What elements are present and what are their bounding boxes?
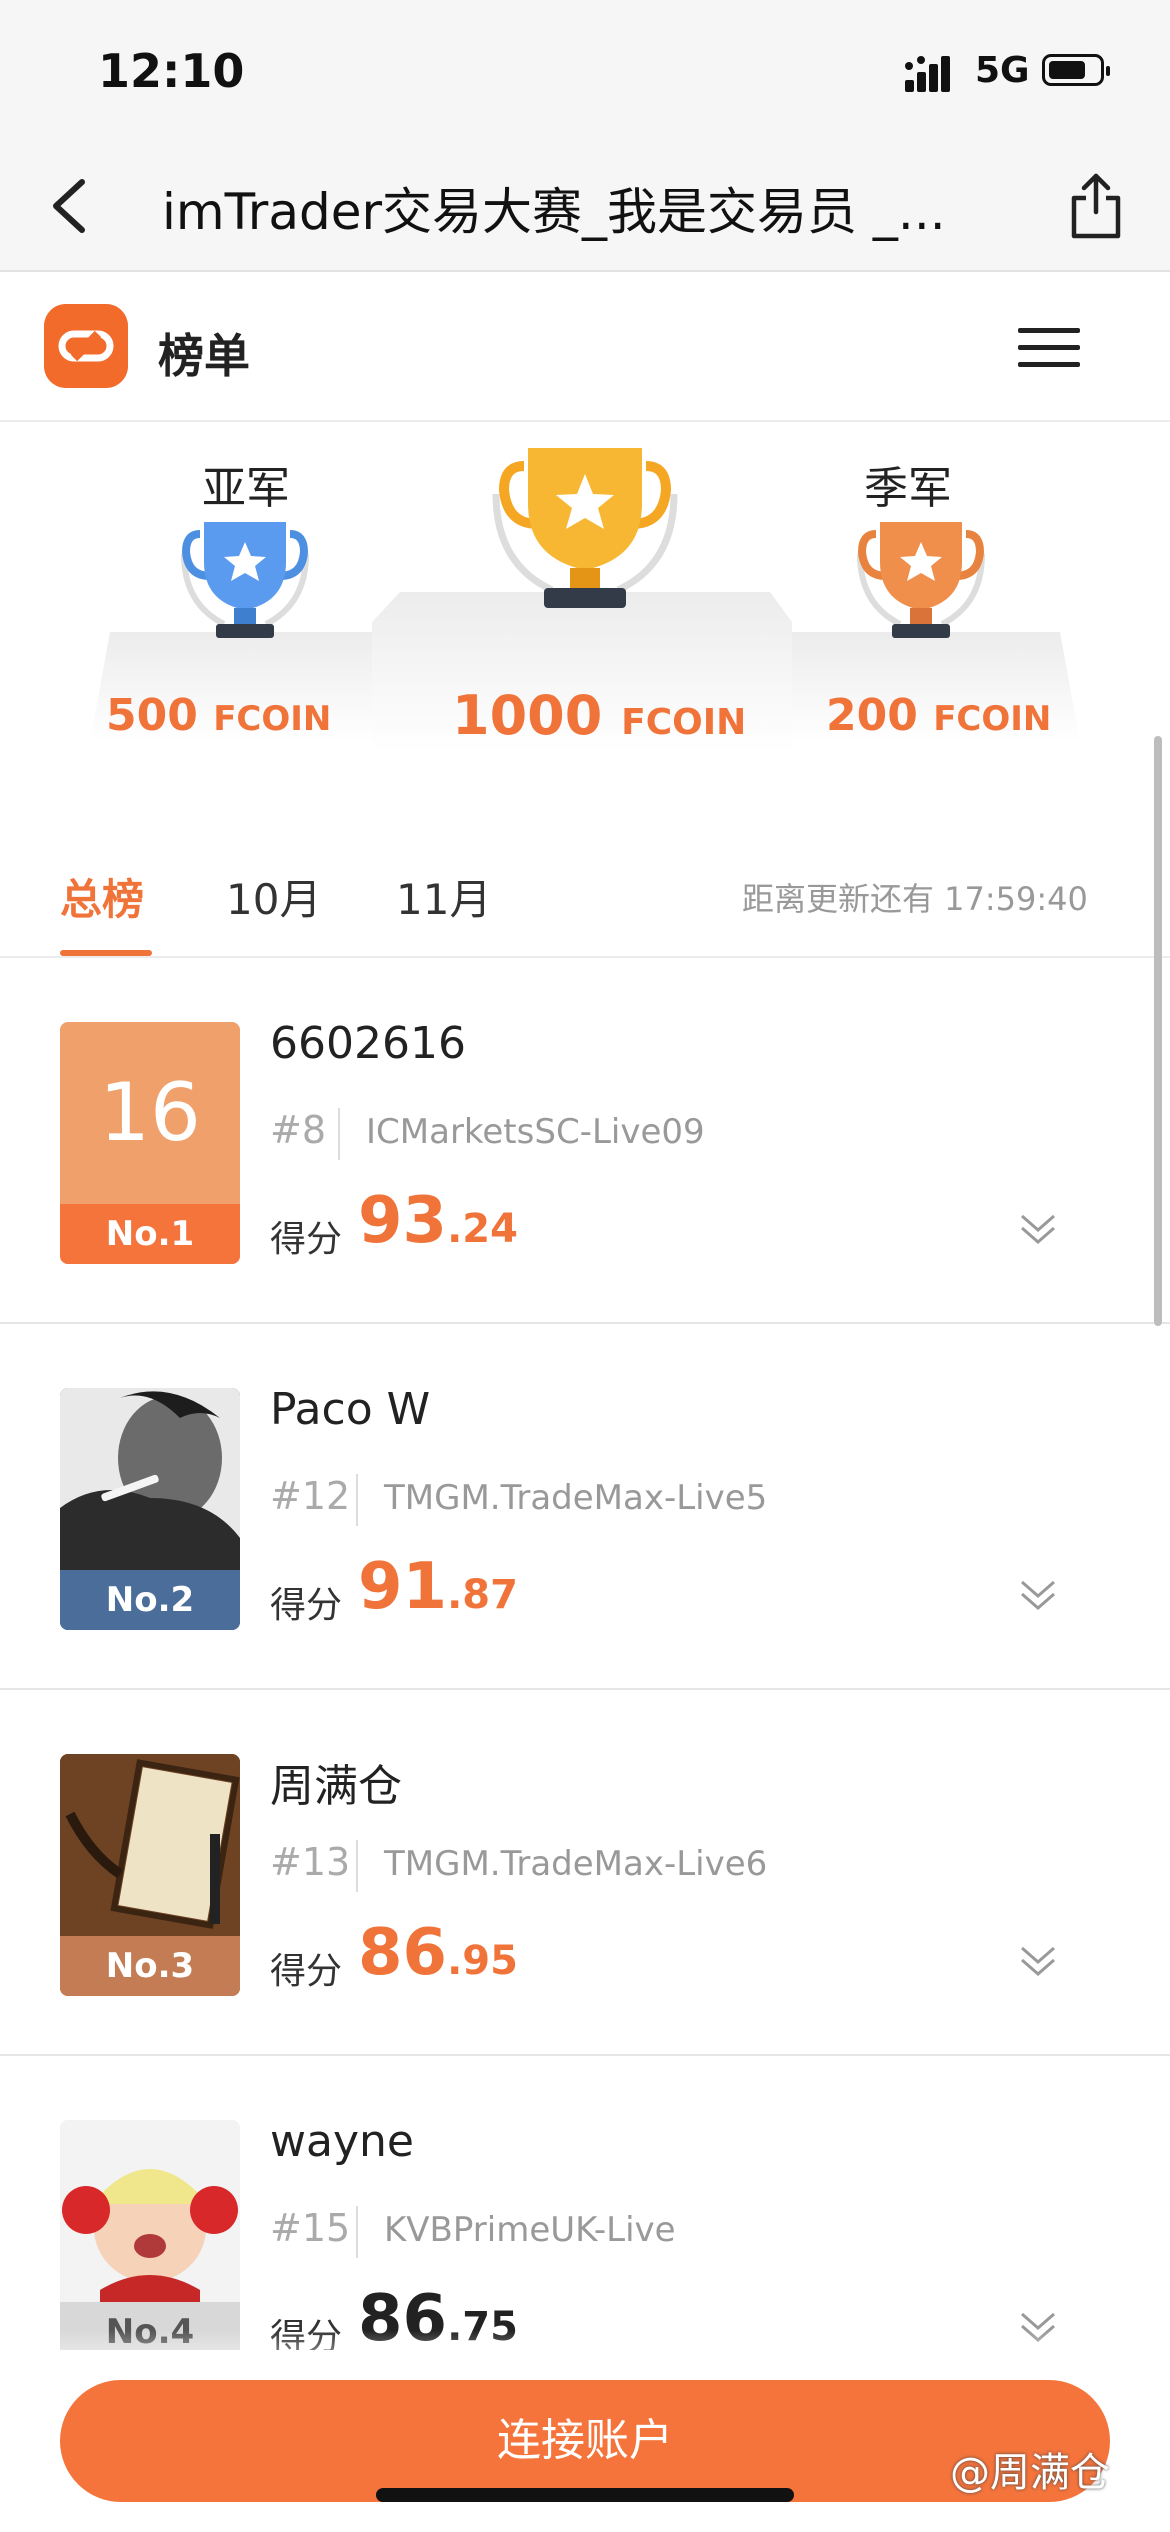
divider xyxy=(356,1840,358,1892)
leaderboard-row[interactable]: 16 No.1 6602616 #8 ICMarketsSC-Live09 得分… xyxy=(0,958,1170,1324)
update-countdown: 距离更新还有 17:59:40 xyxy=(742,880,1088,918)
gold-trophy-icon xyxy=(492,448,678,608)
silver-trophy-icon xyxy=(181,522,309,638)
trader-name: Paco W xyxy=(270,1384,431,1435)
network-type: 5G xyxy=(975,50,1030,91)
avatar-photo xyxy=(60,1388,240,1570)
home-indicator xyxy=(376,2488,794,2502)
avatar-text: 16 xyxy=(99,1066,201,1159)
rank-badge: No.3 xyxy=(60,1936,240,1996)
trader-name: wayne xyxy=(270,2116,414,2167)
trader-rank-tag: #13 xyxy=(270,1840,351,1884)
expand-chevron-icon[interactable] xyxy=(1016,1938,1060,1982)
first-prize: 1000 FCOIN xyxy=(452,684,747,747)
avatar-photo xyxy=(60,1754,240,1936)
watermark: @周满仓 xyxy=(950,2450,1110,2496)
score-value: 93.24 xyxy=(358,1184,518,1258)
avatar-photo xyxy=(60,2120,240,2302)
expand-chevron-icon[interactable] xyxy=(1016,1572,1060,1616)
back-icon[interactable] xyxy=(46,176,94,236)
trader-rank-tag: #12 xyxy=(270,1474,351,1518)
menu-icon[interactable] xyxy=(1018,326,1080,370)
divider xyxy=(356,2206,358,2258)
trader-rank-tag: #15 xyxy=(270,2206,351,2250)
avatar: No.4 xyxy=(60,2120,240,2362)
battery-icon xyxy=(1042,54,1110,86)
avatar: No.2 xyxy=(60,1388,240,1630)
nav-title: imTrader交易大赛_我是交易员 _... xyxy=(162,183,946,241)
second-place-label: 亚军 xyxy=(202,463,290,514)
expand-chevron-icon[interactable] xyxy=(1016,1206,1060,1250)
server-name: ICMarketsSC-Live09 xyxy=(366,1112,705,1152)
tab-overall[interactable]: 总榜 xyxy=(60,866,144,927)
server-name: TMGM.TradeMax-Live6 xyxy=(384,1844,768,1884)
signal-icon xyxy=(905,56,950,92)
third-prize: 200 FCOIN xyxy=(826,690,1052,741)
trader-rank-tag: #8 xyxy=(270,1108,327,1152)
score-label: 得分 xyxy=(270,1585,343,1626)
score-label: 得分 xyxy=(270,1219,343,1260)
divider xyxy=(338,1108,340,1160)
status-time: 12:10 xyxy=(98,44,245,98)
scrollbar[interactable] xyxy=(1154,736,1162,1326)
tab-october[interactable]: 10月 xyxy=(226,866,321,927)
score-value: 86.95 xyxy=(358,1916,518,1990)
tab-november[interactable]: 11月 xyxy=(396,866,491,927)
rank-badge: No.1 xyxy=(60,1204,240,1264)
page-title: 榜单 xyxy=(158,329,250,383)
share-icon[interactable] xyxy=(1068,172,1124,240)
trader-name: 6602616 xyxy=(270,1018,466,1069)
score-label: 得分 xyxy=(270,1951,343,1992)
trader-name: 周满仓 xyxy=(270,1761,402,1812)
avatar: No.3 xyxy=(60,1754,240,1996)
rank-badge: No.2 xyxy=(60,1570,240,1630)
divider xyxy=(356,1474,358,1526)
leaderboard-row[interactable]: No.3 周满仓 #13 TMGM.TradeMax-Live6 得分 86.9… xyxy=(0,1690,1170,2056)
bronze-trophy-icon xyxy=(857,522,985,638)
leaderboard-row[interactable]: No.2 Paco W #12 TMGM.TradeMax-Live5 得分 9… xyxy=(0,1324,1170,1690)
second-prize: 500 FCOIN xyxy=(106,690,332,741)
score-value: 91.87 xyxy=(358,1550,518,1624)
app-logo xyxy=(44,304,128,388)
server-name: TMGM.TradeMax-Live5 xyxy=(384,1478,768,1518)
avatar: 16 No.1 xyxy=(60,1022,240,1264)
prize-podium: 亚军 500 FCOIN 1000 FCOIN 季军 200 FCOIN xyxy=(0,422,1170,772)
server-name: KVBPrimeUK-Live xyxy=(384,2210,676,2250)
third-place-label: 季军 xyxy=(864,463,952,514)
